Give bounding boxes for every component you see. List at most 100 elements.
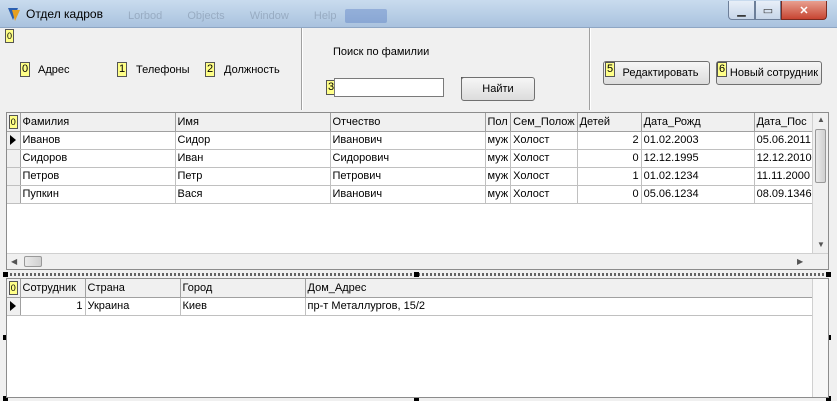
table-cell[interactable]: Петров [20,167,176,186]
scroll-right-icon[interactable]: ▶ [797,257,803,266]
scroll-thumb[interactable] [24,256,42,267]
column-header[interactable]: Страна [85,279,181,298]
table-cell[interactable]: муж [485,149,512,168]
table-cell[interactable]: 1 [577,167,642,186]
edit-hotkey-badge: 5 [605,62,616,77]
table-cell[interactable]: 0 [577,149,642,168]
table-cell[interactable]: Иван [175,149,331,168]
vertical-scrollbar[interactable]: ▲ ▼ [812,113,828,254]
new-employee-button[interactable]: Новый сотрудник [716,61,822,85]
grid-corner-hint: 0 [8,114,18,129]
table-cell[interactable]: Холост [510,131,578,150]
table-row[interactable]: Иванов Сидор Иванович муж Холост 2 01.02… [7,131,815,150]
table-cell[interactable]: 2 [577,131,642,150]
table-cell[interactable]: Холост [510,185,578,204]
table-cell[interactable]: 11.11.2000 [754,167,815,186]
table-cell[interactable]: 05.06.2011 [754,131,815,150]
column-header[interactable]: Город [180,279,306,298]
resize-handle[interactable] [414,272,419,277]
table-cell[interactable]: 1 [20,297,86,316]
current-row-arrow-icon [10,135,17,146]
column-header[interactable]: Сем_Полож [510,113,578,132]
table-cell[interactable]: муж [485,131,512,150]
minimize-button[interactable]: ▁ [728,1,755,20]
table-cell[interactable]: 0 [577,185,642,204]
table-row[interactable]: Пупкин Вася Иванович муж Холост 0 05.06.… [7,185,815,204]
address-hotkey-badge: 0 [20,62,31,77]
horizontal-scrollbar[interactable]: ◀ ▶ [7,253,828,269]
table-row[interactable]: Петров Петр Петрович муж Холост 1 01.02.… [7,167,815,186]
table-cell[interactable]: Киев [180,297,306,316]
address-link[interactable]: Адрес [38,64,70,76]
table-row[interactable]: Сидоров Иван Сидорович муж Холост 0 12.1… [7,149,815,168]
column-header[interactable]: Пол [485,113,512,132]
resize-handle[interactable] [3,272,8,277]
search-input[interactable] [334,78,444,97]
table-cell[interactable]: Холост [510,167,578,186]
table-cell[interactable]: 01.02.2003 [641,131,755,150]
table-cell[interactable]: Иванов [20,131,176,150]
phones-link[interactable]: Телефоны [136,64,190,76]
edit-button-label: Редактировать [622,67,699,79]
table-cell[interactable]: муж [485,167,512,186]
column-header[interactable]: Дата_Рожд [641,113,755,132]
edit-button[interactable]: Редактировать [603,61,710,85]
table-row[interactable]: 1 Украина Киев пр-т Металлургов, 15/2 [7,297,824,316]
search-label: Поиск по фамилии [333,46,430,58]
table-cell[interactable]: Сидоров [20,149,176,168]
address-header-row: 0 Сотрудник Страна Город Дом_Адрес [7,279,824,298]
maximize-button[interactable]: ▭ [755,1,781,20]
window-title: Отдел кадров [26,7,103,21]
scroll-up-icon[interactable]: ▲ [817,115,825,124]
scroll-thumb[interactable] [815,129,826,183]
table-cell[interactable]: пр-т Металлургов, 15/2 [305,297,824,316]
table-cell[interactable]: 12.12.1995 [641,149,755,168]
employees-grid[interactable]: 0 Фамилия Имя Отчество Пол Сем_Полож Дет… [6,112,829,270]
vertical-scrollbar[interactable] [812,279,828,397]
column-header[interactable]: Дата_Пос [754,113,815,132]
column-header[interactable]: Отчество [330,113,486,132]
row-indicator[interactable] [7,149,21,168]
column-header[interactable]: Дом_Адрес [305,279,824,298]
table-cell[interactable]: Петрович [330,167,486,186]
position-link[interactable]: Должность [224,64,280,76]
table-cell[interactable]: 08.09.1346 [754,185,815,204]
toolbar-corner-hint: 0 [5,29,15,43]
app-icon [8,8,20,21]
row-indicator[interactable] [7,167,21,186]
address-grid[interactable]: 0 Сотрудник Страна Город Дом_Адрес 1 Укр… [6,278,829,398]
column-header[interactable]: Фамилия [20,113,176,132]
table-cell[interactable]: 05.06.1234 [641,185,755,204]
table-cell[interactable]: муж [485,185,512,204]
table-cell[interactable]: Пупкин [20,185,176,204]
table-cell[interactable]: Холост [510,149,578,168]
row-indicator[interactable] [7,131,21,150]
address-table: 0 Сотрудник Страна Город Дом_Адрес 1 Укр… [7,279,824,316]
table-cell[interactable]: 01.02.1234 [641,167,755,186]
position-hotkey-badge: 2 [205,62,216,77]
ghost-menu-item: Window [249,10,289,22]
table-cell[interactable]: Украина [85,297,181,316]
table-cell[interactable]: Петр [175,167,331,186]
scroll-left-icon[interactable]: ◀ [11,257,17,266]
table-cell[interactable]: Вася [175,185,331,204]
column-header[interactable]: Имя [175,113,331,132]
ghost-menu-item: Objects [187,10,225,22]
table-cell[interactable]: 12.12.2010 [754,149,815,168]
employees-table: 0 Фамилия Имя Отчество Пол Сем_Полож Дет… [7,113,815,204]
title-bar[interactable]: Отдел кадров Lorbod Objects Window Help … [0,0,837,28]
grid-corner-hint: 0 [8,280,18,295]
column-header[interactable]: Сотрудник [20,279,86,298]
table-cell[interactable]: Иванович [330,185,486,204]
find-button[interactable]: Найти [461,77,535,101]
table-cell[interactable]: Иванович [330,131,486,150]
row-indicator[interactable] [7,185,21,204]
row-indicator[interactable] [7,297,21,316]
scroll-down-icon[interactable]: ▼ [817,240,825,249]
table-cell[interactable]: Сидорович [330,149,486,168]
table-cell[interactable]: Сидор [175,131,331,150]
column-header[interactable]: Детей [577,113,642,132]
close-button[interactable]: ✕ [781,1,827,20]
phones-hotkey-badge: 1 [117,62,128,77]
resize-handle[interactable] [826,272,831,277]
